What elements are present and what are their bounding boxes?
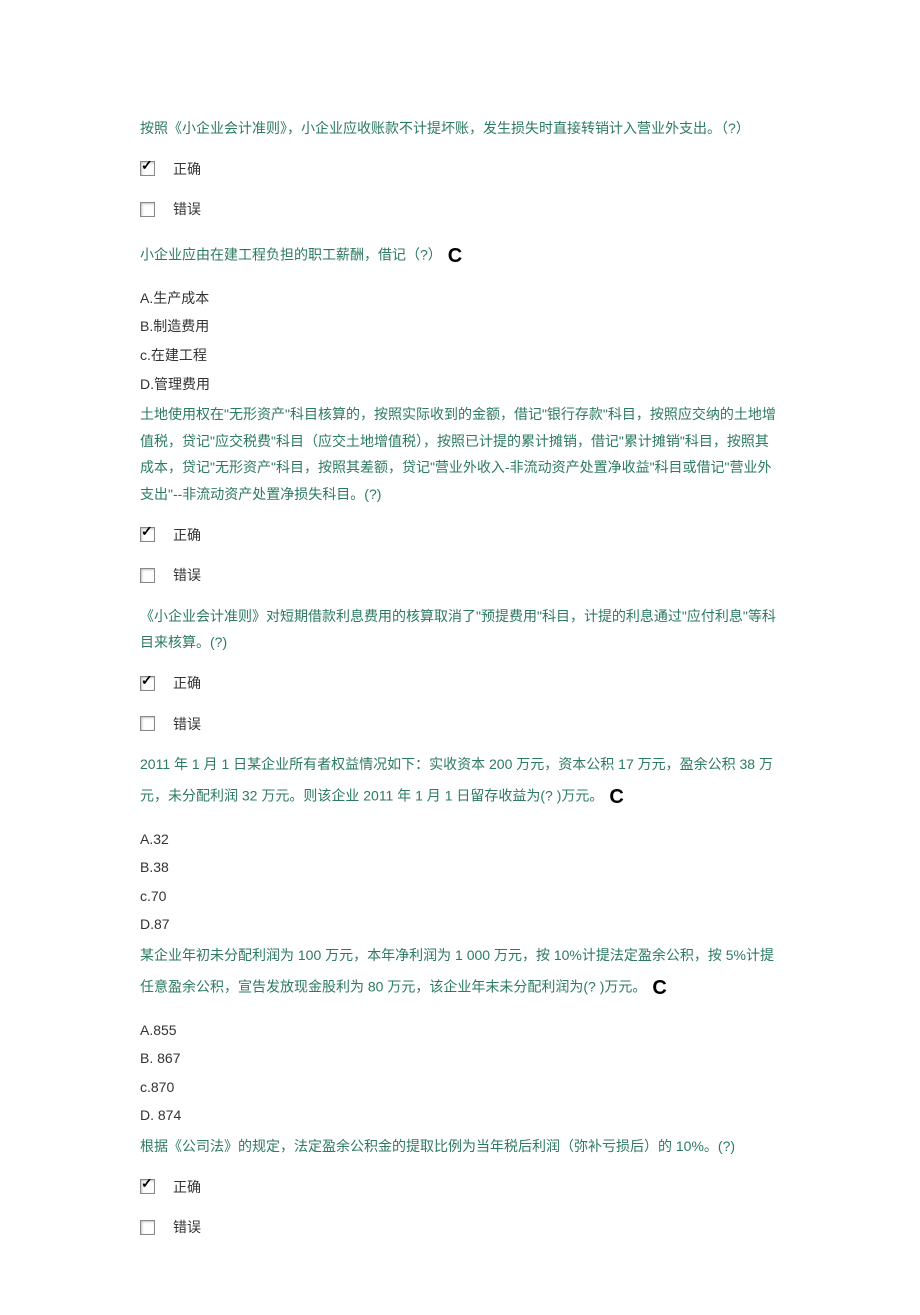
checkbox-icon[interactable] [140,527,155,542]
tf-option-correct[interactable]: 正确 [140,522,780,549]
checkbox-icon[interactable] [140,202,155,217]
question-text-span: 某企业年初未分配利润为 100 万元，本年净利润为 1 000 万元，按 10%… [140,947,774,994]
tf-label-correct: 正确 [173,522,201,549]
tf-option-correct[interactable]: 正确 [140,670,780,697]
checkbox-icon[interactable] [140,716,155,731]
question-text: 按照《小企业会计准则》，小企业应收账款不计提坏账，发生损失时直接转销计入营业外支… [140,115,780,142]
mc-option[interactable]: D.管理费用 [140,371,780,398]
question-text: 土地使用权在"无形资产"科目核算的，按照实际收到的金额，借记"银行存款"科目，按… [140,401,780,507]
tf-label-correct: 正确 [173,156,201,183]
tf-option-incorrect[interactable]: 错误 [140,711,780,738]
tf-option-incorrect[interactable]: 错误 [140,196,780,223]
mc-option[interactable]: D.87 [140,911,780,938]
mc-option[interactable]: c.在建工程 [140,342,780,369]
checkbox-icon[interactable] [140,1220,155,1235]
mc-option[interactable]: B.38 [140,854,780,881]
question-text: 某企业年初未分配利润为 100 万元，本年净利润为 1 000 万元，按 10%… [140,942,780,1007]
checkbox-icon[interactable] [140,161,155,176]
tf-label-incorrect: 错误 [173,196,201,223]
tf-option-incorrect[interactable]: 错误 [140,1214,780,1241]
true-false-question: 按照《小企业会计准则》，小企业应收账款不计提坏账，发生损失时直接转销计入营业外支… [140,115,780,223]
multiple-choice-question: 某企业年初未分配利润为 100 万元，本年净利润为 1 000 万元，按 10%… [140,942,780,1129]
tf-option-incorrect[interactable]: 错误 [140,562,780,589]
answer-letter: C [609,786,623,808]
question-text-span: 2011 年 1 月 1 日某企业所有者权益情况如下：实收资本 200 万元，资… [140,756,773,803]
question-text: 《小企业会计准则》对短期借款利息费用的核算取消了"预提费用"科目，计提的利息通过… [140,603,780,656]
multiple-choice-question: 2011 年 1 月 1 日某企业所有者权益情况如下：实收资本 200 万元，资… [140,751,780,938]
multiple-choice-question: 小企业应由在建工程负担的职工薪酬，借记（?） C A.生产成本B.制造费用c.在建工… [140,237,780,397]
tf-option-correct[interactable]: 正确 [140,156,780,183]
checkbox-icon[interactable] [140,568,155,583]
question-text: 根据《公司法》的规定，法定盈余公积金的提取比例为当年税后利润（弥补亏损后）的 1… [140,1133,780,1160]
mc-option[interactable]: A.32 [140,826,780,853]
mc-option[interactable]: c.870 [140,1074,780,1101]
mc-option[interactable]: B. 867 [140,1045,780,1072]
checkbox-icon[interactable] [140,676,155,691]
mc-option[interactable]: A.生产成本 [140,285,780,312]
question-text: 小企业应由在建工程负担的职工薪酬，借记（?） C [140,237,780,275]
tf-option-correct[interactable]: 正确 [140,1174,780,1201]
tf-label-incorrect: 错误 [173,562,201,589]
tf-label-incorrect: 错误 [173,711,201,738]
question-text-span: 小企业应由在建工程负担的职工薪酬，借记（?） [140,246,442,262]
true-false-question: 土地使用权在"无形资产"科目核算的，按照实际收到的金额，借记"银行存款"科目，按… [140,401,780,589]
true-false-question: 《小企业会计准则》对短期借款利息费用的核算取消了"预提费用"科目，计提的利息通过… [140,603,780,737]
mc-option[interactable]: B.制造费用 [140,313,780,340]
checkbox-icon[interactable] [140,1179,155,1194]
tf-label-incorrect: 错误 [173,1214,201,1241]
question-text: 2011 年 1 月 1 日某企业所有者权益情况如下：实收资本 200 万元，资… [140,751,780,816]
answer-letter: C [652,977,666,999]
tf-label-correct: 正确 [173,1174,201,1201]
tf-label-correct: 正确 [173,670,201,697]
mc-option[interactable]: D. 874 [140,1102,780,1129]
answer-letter: C [448,245,462,267]
mc-option[interactable]: c.70 [140,883,780,910]
mc-option[interactable]: A.855 [140,1017,780,1044]
true-false-question: 根据《公司法》的规定，法定盈余公积金的提取比例为当年税后利润（弥补亏损后）的 1… [140,1133,780,1241]
